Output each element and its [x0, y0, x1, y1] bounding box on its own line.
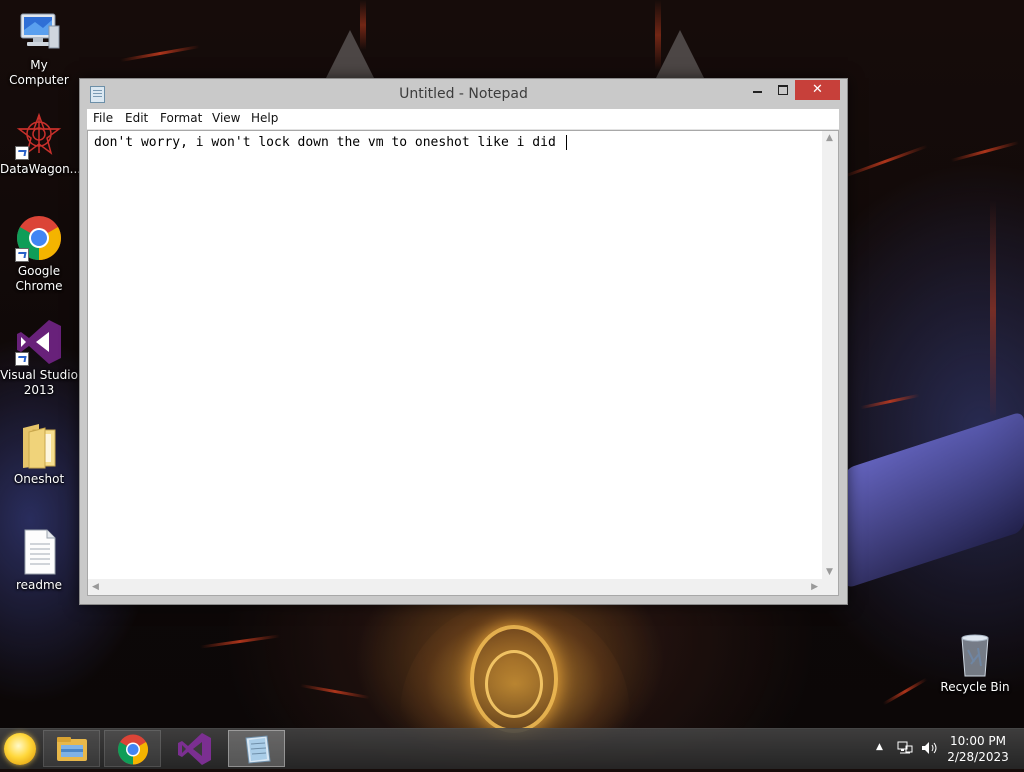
- wallpaper-shape: [844, 410, 1024, 590]
- visual-studio-icon: [15, 318, 63, 366]
- folder-icon: [15, 422, 63, 470]
- scrollbar-corner: [822, 579, 838, 595]
- recycle-bin-icon: [951, 630, 999, 678]
- taskbar-chrome-button[interactable]: [104, 730, 161, 767]
- window-title: Untitled - Notepad: [399, 86, 528, 102]
- wallpaper-lightbulb: [400, 600, 630, 740]
- shortcut-arrow-icon: [15, 352, 29, 366]
- show-hidden-icons-arrow-icon[interactable]: ▲: [876, 742, 883, 752]
- scroll-up-arrow-icon[interactable]: ▲: [826, 133, 833, 143]
- desktop-icon-my-computer[interactable]: My Computer: [0, 8, 78, 88]
- desktop-icon-visual-studio[interactable]: Visual Studio 2013: [0, 318, 78, 398]
- chrome-icon: [15, 214, 63, 262]
- close-button[interactable]: ✕: [795, 80, 840, 100]
- network-icon[interactable]: [897, 740, 913, 759]
- scroll-down-arrow-icon[interactable]: ▼: [826, 567, 833, 577]
- menu-format[interactable]: Format: [160, 111, 202, 125]
- desktop-icon-label: Google Chrome: [15, 264, 63, 293]
- system-clock[interactable]: 10:00 PM 2/28/2023: [936, 733, 1020, 765]
- desktop-icon-recycle-bin[interactable]: Recycle Bin: [936, 630, 1014, 695]
- shortcut-arrow-icon: [15, 146, 29, 160]
- minimize-button[interactable]: [744, 80, 770, 100]
- text-editor[interactable]: don't worry, i won't lock down the vm to…: [87, 130, 839, 596]
- menu-view[interactable]: View: [212, 111, 240, 125]
- taskbar-visual-studio-button[interactable]: [166, 730, 223, 767]
- taskbar-notepad-button[interactable]: [228, 730, 285, 767]
- taskbar-file-explorer-button[interactable]: [43, 730, 100, 767]
- notepad-icon: [245, 735, 271, 764]
- menu-file[interactable]: File: [93, 111, 113, 125]
- editor-text: don't worry, i won't lock down the vm to…: [94, 135, 564, 150]
- visual-studio-icon: [178, 733, 211, 765]
- wallpaper-lightbulb-coil: [470, 625, 558, 733]
- minimize-icon: [752, 91, 762, 93]
- clock-date: 2/28/2023: [947, 750, 1009, 764]
- wallpaper-streak: [360, 0, 366, 50]
- wallpaper-streak: [842, 144, 928, 179]
- editor-content[interactable]: don't worry, i won't lock down the vm to…: [94, 135, 567, 150]
- wallpaper-streak: [860, 393, 920, 410]
- wallpaper-lightbulb-coil: [485, 650, 543, 718]
- wallpaper-streak: [882, 677, 928, 706]
- chrome-icon: [117, 734, 149, 765]
- desktop-icon-readme[interactable]: readme: [0, 528, 78, 593]
- horizontal-scrollbar[interactable]: ◀ ▶: [88, 579, 822, 595]
- desktop-icon-oneshot[interactable]: Oneshot: [0, 422, 78, 487]
- taskbar: ▲ 10:00 PM 2/28/2023: [0, 728, 1024, 769]
- wallpaper-streak: [200, 634, 280, 649]
- scroll-left-arrow-icon[interactable]: ◀: [92, 582, 99, 592]
- shortcut-arrow-icon: [15, 248, 29, 262]
- scroll-right-arrow-icon[interactable]: ▶: [811, 582, 818, 592]
- menu-edit[interactable]: Edit: [125, 111, 148, 125]
- desktop-icon-label: Oneshot: [13, 472, 65, 486]
- text-file-icon: [15, 528, 63, 576]
- title-bar[interactable]: Untitled - Notepad ✕: [80, 79, 847, 109]
- desktop-icon-label: DataWagon...: [0, 162, 82, 176]
- desktop-icon-label: readme: [15, 578, 63, 592]
- maximize-icon: [778, 85, 788, 95]
- wallpaper-streak: [300, 683, 370, 700]
- notepad-window[interactable]: Untitled - Notepad ✕ File Edit Format Vi…: [79, 78, 848, 605]
- wallpaper-streak: [655, 0, 661, 70]
- wallpaper-streak: [990, 200, 996, 420]
- my-computer-icon: [15, 8, 63, 56]
- datawagon-icon: [15, 112, 63, 160]
- desktop-icon-label: My Computer: [9, 58, 69, 87]
- menu-help[interactable]: Help: [251, 111, 278, 125]
- desktop-icon-label: Recycle Bin: [940, 680, 1010, 694]
- desktop-icon-datawagon[interactable]: DataWagon...: [0, 112, 82, 177]
- menu-bar: File Edit Format View Help: [87, 109, 839, 130]
- wallpaper-streak: [120, 45, 200, 62]
- start-orb-icon[interactable]: [4, 733, 36, 765]
- vertical-scrollbar[interactable]: ▲ ▼: [822, 131, 838, 579]
- desktop-icon-google-chrome[interactable]: Google Chrome: [0, 214, 78, 294]
- clock-time: 10:00 PM: [950, 734, 1006, 748]
- desktop-icon-label: Visual Studio 2013: [0, 368, 78, 397]
- close-icon: ✕: [812, 82, 823, 97]
- wallpaper-streak: [950, 140, 1020, 163]
- file-explorer-icon: [57, 737, 87, 761]
- text-cursor: [565, 135, 567, 150]
- maximize-button[interactable]: [770, 80, 796, 100]
